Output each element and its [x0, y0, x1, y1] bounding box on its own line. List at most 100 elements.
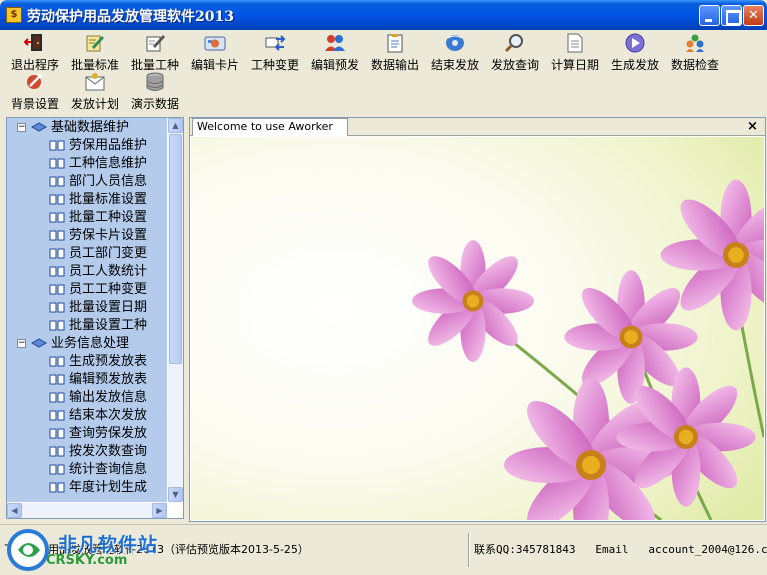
background-settings-button[interactable]: 背景设置	[6, 71, 64, 111]
welcome-panel: Welcome to use Aworker ×	[189, 117, 766, 522]
distribution-plan-button[interactable]: 发放计划	[66, 71, 124, 111]
tree-item[interactable]: 结束本次发放	[7, 407, 167, 425]
edit-document-icon	[86, 35, 104, 52]
scroll-left-icon[interactable]: ◀	[7, 503, 22, 518]
close-window-button[interactable]: ✕	[743, 5, 764, 26]
tab-welcome[interactable]: Welcome to use Aworker	[192, 118, 348, 136]
swap-icon	[265, 35, 286, 51]
collapse-toggle-icon[interactable]: −	[17, 123, 26, 132]
tree-item-label: 统计查询信息	[69, 462, 148, 477]
email-value: account_2004@126.com	[648, 543, 767, 556]
app-icon: $	[6, 7, 22, 23]
tree-item-label: 生成预发放表	[69, 354, 148, 369]
scroll-right-icon[interactable]: ▶	[152, 503, 167, 518]
book-icon	[49, 158, 65, 169]
tree-item[interactable]: 统计查询信息	[7, 461, 167, 479]
tree-vertical-scrollbar[interactable]: ▲ ▼	[168, 118, 183, 502]
tree-item-label: 查询劳保发放	[69, 426, 148, 441]
end-distribution-button[interactable]: 结束发放	[426, 32, 484, 72]
tree-item[interactable]: 年度计划生成	[7, 479, 167, 497]
demo-data-button[interactable]: 演示数据	[126, 71, 184, 111]
tree-item-label: 批量工种设置	[69, 210, 148, 225]
collapse-toggle-icon[interactable]: −	[17, 339, 26, 348]
data-output-button[interactable]: 数据输出	[366, 32, 424, 72]
tree-item-label: 劳保卡片设置	[69, 228, 148, 243]
tree-item[interactable]: 输出发放信息	[7, 389, 167, 407]
tree-item[interactable]: 批量工种设置	[7, 209, 167, 227]
tree-group-business-info[interactable]: − 业务信息处理	[7, 335, 167, 353]
watermark-text-en: CRSKY.com	[46, 553, 128, 568]
books-group-icon	[31, 338, 47, 348]
edit-card-button[interactable]: 编辑卡片	[186, 32, 244, 72]
close-tab-icon[interactable]: ×	[745, 120, 760, 134]
tree-item[interactable]: 员工工种变更	[7, 281, 167, 299]
book-icon	[49, 428, 65, 439]
tree-item[interactable]: 按发次数查询	[7, 443, 167, 461]
tree-item[interactable]: 批量设置日期	[7, 299, 167, 317]
tree-item-label: 输出发放信息	[69, 390, 148, 405]
database-icon	[146, 72, 164, 91]
book-icon	[49, 482, 65, 493]
email-label: Email	[595, 543, 629, 556]
worktype-change-button[interactable]: 工种变更	[246, 32, 304, 72]
data-check-button[interactable]: 数据检查	[666, 32, 724, 72]
batch-standard-button[interactable]: 批量标准	[66, 32, 124, 72]
pen-paper-icon	[146, 35, 165, 52]
status-contact: 联系QQ:345781843 Email account_2004@126.co…	[474, 541, 767, 557]
tree-item-label: 按发次数查询	[69, 444, 148, 459]
scroll-up-icon[interactable]: ▲	[168, 118, 183, 133]
flower-illustration	[191, 137, 764, 520]
scroll-down-icon[interactable]: ▼	[168, 487, 183, 502]
book-icon	[49, 374, 65, 385]
batch-worktype-button[interactable]: 批量工种	[126, 32, 184, 72]
tree-item-label: 员工部门变更	[69, 246, 148, 261]
tree-item-label: 劳保用品维护	[69, 138, 148, 153]
book-icon	[49, 392, 65, 403]
tree-item[interactable]: 工种信息维护	[7, 155, 167, 173]
generate-distribution-button[interactable]: 生成发放	[606, 32, 664, 72]
tree-item-label: 批量标准设置	[69, 192, 148, 207]
tree-group-label: 基础数据维护	[51, 120, 130, 135]
book-icon	[49, 446, 65, 457]
book-icon	[49, 320, 65, 331]
document-icon	[567, 33, 583, 53]
book-icon	[49, 356, 65, 367]
tree-item-label: 年度计划生成	[69, 480, 148, 495]
distribution-query-button[interactable]: 发放查询	[486, 32, 544, 72]
minimize-button[interactable]	[699, 5, 720, 26]
welcome-background-image	[191, 137, 764, 520]
tree-item[interactable]: 批量设置工种	[7, 317, 167, 335]
tree-group-label: 业务信息处理	[51, 336, 130, 351]
tree-group-basic-data[interactable]: − 基础数据维护	[7, 119, 167, 137]
users-icon	[325, 35, 345, 51]
tree-item[interactable]: 劳保用品维护	[7, 137, 167, 155]
maximize-icon	[722, 6, 741, 25]
exit-program-button[interactable]: 退出程序	[6, 32, 64, 72]
tree-item[interactable]: 编辑预发放表	[7, 371, 167, 389]
book-icon	[49, 302, 65, 313]
tree-horizontal-scrollbar[interactable]: ◀ ▶	[7, 503, 167, 518]
tree-item[interactable]: 批量标准设置	[7, 191, 167, 209]
tree-item[interactable]: 劳保卡片设置	[7, 227, 167, 245]
tree-item-label: 编辑预发放表	[69, 372, 148, 387]
book-icon	[49, 176, 65, 187]
data-check-label: 数据检查	[670, 58, 719, 72]
tree-item[interactable]: 部门人员信息	[7, 173, 167, 191]
play-icon	[625, 33, 645, 53]
tree-item[interactable]: 员工部门变更	[7, 245, 167, 263]
envelope-icon	[85, 73, 105, 91]
maximize-button[interactable]	[721, 5, 742, 26]
tree-item[interactable]: 生成预发放表	[7, 353, 167, 371]
calculate-date-button[interactable]: 计算日期	[546, 32, 604, 72]
scroll-thumb[interactable]	[169, 134, 182, 364]
close-icon: ✕	[748, 8, 759, 23]
magnifier-icon	[504, 34, 523, 53]
edit-predistribution-button[interactable]: 编辑预发	[306, 32, 364, 72]
tree-item-label: 批量设置日期	[69, 300, 148, 315]
toolbar: 退出程序 批量标准 批量工种 编辑卡片 工种变更 编辑预发 数据输出 结束发放 …	[0, 30, 767, 115]
tree-item[interactable]: 员工人数统计	[7, 263, 167, 281]
book-icon	[49, 410, 65, 421]
title-bar: $ 劳动保护用品发放管理软件2013 ✕	[0, 0, 767, 30]
tree-item[interactable]: 查询劳保发放	[7, 425, 167, 443]
tab-strip: Welcome to use Aworker ×	[190, 118, 765, 136]
